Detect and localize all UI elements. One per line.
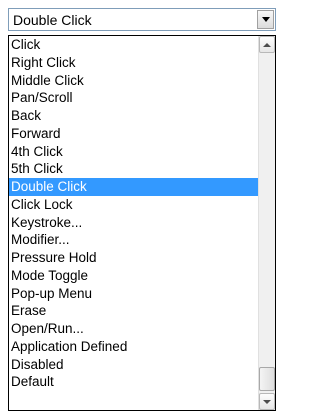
list-item[interactable]: Disabled: [9, 356, 259, 374]
dropdown-items: Click Right Click Middle Click Pan/Scrol…: [9, 36, 259, 391]
list-item[interactable]: Default: [9, 373, 259, 391]
scroll-up-arrow-icon: [263, 42, 271, 47]
action-combobox[interactable]: Double Click: [8, 8, 276, 31]
list-item[interactable]: Middle Click: [9, 72, 259, 90]
list-item[interactable]: Application Defined: [9, 338, 259, 356]
scroll-down-button[interactable]: [259, 393, 275, 410]
scroll-thumb[interactable]: [259, 367, 275, 391]
list-item[interactable]: Modifier...: [9, 231, 259, 249]
list-item[interactable]: 5th Click: [9, 160, 259, 178]
list-item[interactable]: Open/Run...: [9, 320, 259, 338]
list-item[interactable]: Pressure Hold: [9, 249, 259, 267]
list-item-selected[interactable]: Double Click: [9, 178, 259, 196]
list-item[interactable]: Mode Toggle: [9, 267, 259, 285]
list-item[interactable]: Forward: [9, 125, 259, 143]
scroll-up-button[interactable]: [259, 36, 275, 53]
list-item[interactable]: Right Click: [9, 54, 259, 72]
combobox-selected-value: Double Click: [13, 12, 92, 28]
list-item[interactable]: Erase: [9, 302, 259, 320]
list-item[interactable]: Back: [9, 107, 259, 125]
list-item[interactable]: Keystroke...: [9, 214, 259, 232]
vertical-scrollbar[interactable]: [258, 36, 275, 410]
chevron-down-icon: [261, 17, 270, 22]
list-item[interactable]: Pan/Scroll: [9, 89, 259, 107]
list-item[interactable]: Click Lock: [9, 196, 259, 214]
list-item[interactable]: Pop-up Menu: [9, 285, 259, 303]
list-item[interactable]: Click: [9, 36, 259, 54]
list-item[interactable]: 4th Click: [9, 143, 259, 161]
dropdown-button[interactable]: [257, 10, 274, 29]
dropdown-list[interactable]: Click Right Click Middle Click Pan/Scrol…: [8, 35, 276, 411]
scroll-down-arrow-icon: [263, 399, 271, 404]
